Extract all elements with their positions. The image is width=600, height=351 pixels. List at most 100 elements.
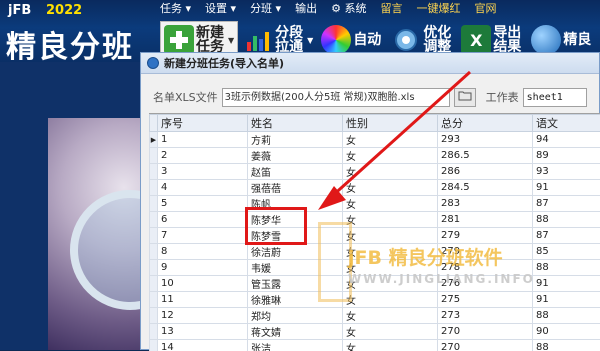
table-cell[interactable]: 88 <box>533 212 600 228</box>
column-header[interactable]: 姓名 <box>248 115 343 132</box>
column-header[interactable]: 语文 <box>533 115 600 132</box>
table-cell[interactable]: 293 <box>438 132 533 148</box>
table-row[interactable]: 2姜薇女286.589 <box>150 148 600 164</box>
table-cell[interactable]: 283 <box>438 196 533 212</box>
table-cell[interactable]: 88 <box>533 308 600 324</box>
table-cell[interactable]: 赵笛 <box>248 164 343 180</box>
table-cell[interactable]: 286.5 <box>438 148 533 164</box>
table-cell[interactable]: 方莉 <box>248 132 343 148</box>
table-cell[interactable]: 279 <box>438 228 533 244</box>
chevron-down-icon: ▼ <box>228 36 234 45</box>
dialog-titlebar[interactable]: 新建分班任务(导入名单) <box>141 53 599 74</box>
table-row[interactable]: 14张洁女27088 <box>150 340 600 351</box>
table-cell[interactable]: 郑均 <box>248 308 343 324</box>
table-cell[interactable]: 女 <box>343 308 438 324</box>
menu-promo[interactable]: 一键爆红 <box>416 0 460 16</box>
sheet-input[interactable]: sheet1 <box>523 88 587 107</box>
table-cell[interactable]: 11 <box>158 292 248 308</box>
dialog-title: 新建分班任务(导入名单) <box>164 55 284 71</box>
table-cell[interactable]: 91 <box>533 292 600 308</box>
table-cell[interactable]: 女 <box>343 292 438 308</box>
table-cell[interactable]: 12 <box>158 308 248 324</box>
menu-divide[interactable]: 分班 ▾ <box>250 0 281 16</box>
table-row[interactable]: ▶1方莉女29394 <box>150 132 600 148</box>
app-icon <box>147 57 159 69</box>
table-cell[interactable]: 女 <box>343 132 438 148</box>
table-cell[interactable]: 8 <box>158 244 248 260</box>
sheet-label: 工作表 <box>486 89 519 105</box>
table-cell[interactable]: 281 <box>438 212 533 228</box>
menu-output[interactable]: 输出 <box>295 0 317 16</box>
table-cell[interactable]: 90 <box>533 324 600 340</box>
column-header[interactable]: 序号 <box>158 115 248 132</box>
student-grid[interactable]: 序号 姓名 性别 总分 语文 ▶1方莉女293942姜薇女286.5893赵笛女… <box>149 113 600 351</box>
table-cell[interactable]: 13 <box>158 324 248 340</box>
table-row[interactable]: 12郑均女27388 <box>150 308 600 324</box>
table-cell[interactable]: 14 <box>158 340 248 351</box>
table-cell[interactable]: 6 <box>158 212 248 228</box>
row-indicator <box>150 148 158 164</box>
table-cell[interactable]: 蒋文婧 <box>248 324 343 340</box>
row-indicator <box>150 308 158 324</box>
table-cell[interactable]: 270 <box>438 324 533 340</box>
table-cell[interactable]: 姜薇 <box>248 148 343 164</box>
table-cell[interactable]: 10 <box>158 276 248 292</box>
table-cell[interactable]: 91 <box>533 276 600 292</box>
table-row[interactable]: 6陈梦华女28188 <box>150 212 600 228</box>
grade-div-label: 分段拉通 <box>275 26 305 54</box>
browse-button[interactable] <box>454 88 476 107</box>
menu-settings[interactable]: 设置 ▾ <box>205 0 236 16</box>
menu-message[interactable]: 留言 <box>380 0 402 16</box>
table-cell[interactable]: 强蓓蓓 <box>248 180 343 196</box>
table-cell[interactable]: 89 <box>533 148 600 164</box>
table-cell[interactable]: 273 <box>438 308 533 324</box>
row-indicator <box>150 212 158 228</box>
row-indicator: ▶ <box>150 132 158 148</box>
twins-highlight-box <box>245 207 307 245</box>
table-cell[interactable]: 93 <box>533 164 600 180</box>
table-cell[interactable]: 女 <box>343 196 438 212</box>
menu-website[interactable]: 官网 <box>474 0 496 16</box>
table-cell[interactable]: 87 <box>533 228 600 244</box>
table-cell[interactable]: 91 <box>533 180 600 196</box>
table-cell[interactable]: 270 <box>438 340 533 351</box>
table-cell[interactable]: 9 <box>158 260 248 276</box>
column-header[interactable]: 总分 <box>438 115 533 132</box>
table-cell[interactable]: 女 <box>343 340 438 351</box>
table-cell[interactable]: 88 <box>533 340 600 351</box>
table-cell[interactable]: 女 <box>343 180 438 196</box>
table-cell[interactable]: 张洁 <box>248 340 343 351</box>
table-cell[interactable]: 85 <box>533 244 600 260</box>
table-cell[interactable]: 3 <box>158 164 248 180</box>
table-cell[interactable]: 88 <box>533 260 600 276</box>
watermark-title: jFB 精良分班软件 <box>348 243 503 270</box>
table-cell[interactable]: 7 <box>158 228 248 244</box>
header-indicator <box>150 115 158 132</box>
row-indicator <box>150 324 158 340</box>
table-row[interactable]: 13蒋文婧女27090 <box>150 324 600 340</box>
table-cell[interactable]: 2 <box>158 148 248 164</box>
row-indicator <box>150 196 158 212</box>
table-cell[interactable]: 女 <box>343 212 438 228</box>
table-cell[interactable]: 286 <box>438 164 533 180</box>
table-cell[interactable]: 女 <box>343 164 438 180</box>
column-header[interactable]: 性别 <box>343 115 438 132</box>
xls-file-input[interactable]: 3班示例数据(200人分5班 常规)双胞胎.xls <box>222 88 450 107</box>
table-cell[interactable]: 女 <box>343 324 438 340</box>
table-cell[interactable]: 5 <box>158 196 248 212</box>
table-cell[interactable]: 女 <box>343 228 438 244</box>
table-row[interactable]: 4强蓓蓓女284.591 <box>150 180 600 196</box>
table-cell[interactable]: 284.5 <box>438 180 533 196</box>
table-cell[interactable]: 女 <box>343 148 438 164</box>
table-row[interactable]: 5陈帆女28387 <box>150 196 600 212</box>
table-row[interactable]: 11徐雅琳女27591 <box>150 292 600 308</box>
table-cell[interactable]: 1 <box>158 132 248 148</box>
table-cell[interactable]: 4 <box>158 180 248 196</box>
menu-task[interactable]: 任务 ▾ <box>160 0 191 16</box>
table-cell[interactable]: 94 <box>533 132 600 148</box>
table-cell[interactable]: 275 <box>438 292 533 308</box>
table-row[interactable]: 3赵笛女28693 <box>150 164 600 180</box>
table-cell[interactable]: 87 <box>533 196 600 212</box>
menu-system[interactable]: ⚙ 系统 <box>331 0 366 16</box>
table-row[interactable]: 7陈梦雪女27987 <box>150 228 600 244</box>
